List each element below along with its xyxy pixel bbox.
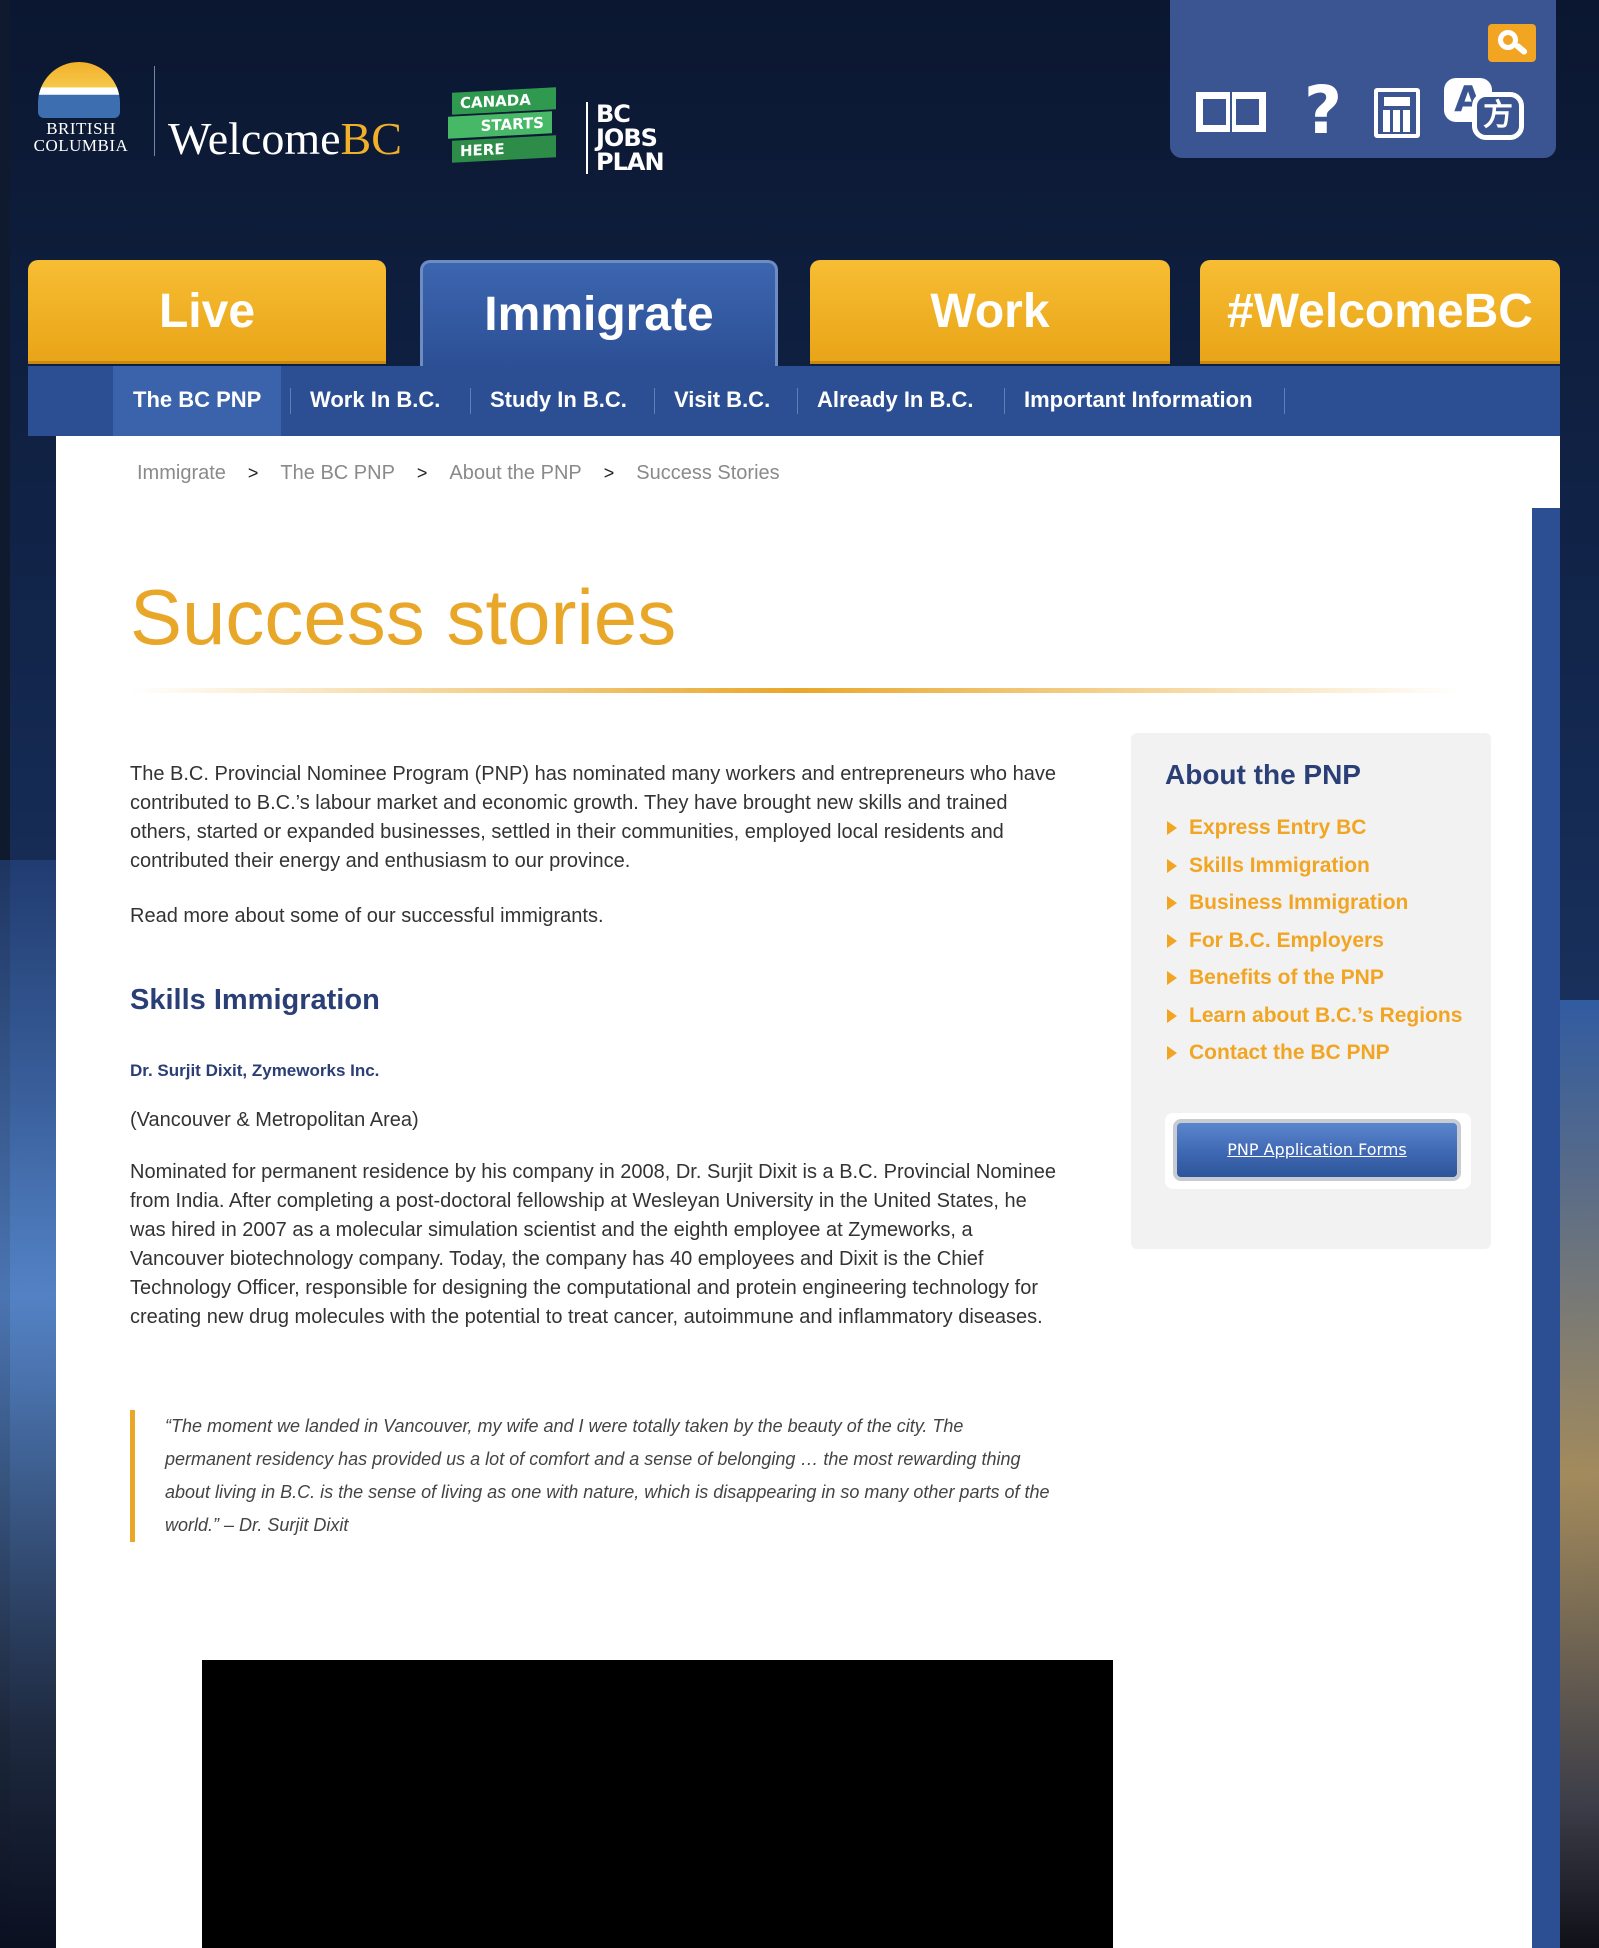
csh-line-3: HERE bbox=[452, 135, 556, 163]
section-heading: Skills Immigration bbox=[130, 984, 380, 1016]
sidebar-link-label: Skills Immigration bbox=[1189, 853, 1370, 877]
translate-bubble-b: 方 bbox=[1472, 92, 1524, 140]
sidebar-link-business-immigration[interactable]: Business Immigration bbox=[1165, 888, 1465, 918]
breadcrumb-current: Success Stories bbox=[636, 462, 780, 484]
subnav-item-visit-bc[interactable]: Visit B.C. bbox=[654, 366, 790, 436]
arrow-right-icon bbox=[1167, 896, 1177, 910]
pnp-application-forms-button[interactable]: PNP Application Forms bbox=[1173, 1119, 1461, 1181]
sidebar-link-learn-about-bc-regions[interactable]: Learn about B.C.’s Regions bbox=[1165, 1001, 1465, 1031]
calculator-screen bbox=[1384, 97, 1410, 106]
tab-welcomebc[interactable]: #WelcomeBC bbox=[1200, 260, 1560, 364]
book-page-right bbox=[1232, 92, 1266, 132]
logo-divider bbox=[154, 66, 155, 156]
arrow-right-icon bbox=[1167, 1046, 1177, 1060]
arrow-right-icon bbox=[1167, 933, 1177, 948]
bc-logo-text: BRITISH COLUMBIA bbox=[33, 119, 129, 155]
bc-sun-logo-icon bbox=[38, 62, 120, 118]
sub-navigation: The BC PNP Work In B.C. Study In B.C. Vi… bbox=[28, 366, 1560, 436]
book-icon[interactable] bbox=[1196, 82, 1270, 140]
subnav-item-already-in-bc[interactable]: Already In B.C. bbox=[797, 366, 993, 436]
subnav-item-study-in-bc[interactable]: Study In B.C. bbox=[470, 366, 647, 436]
sidebar-link-label: Learn about B.C.’s Regions bbox=[1189, 1003, 1463, 1027]
breadcrumb-separator: > bbox=[416, 463, 428, 483]
tab-immigrate[interactable]: Immigrate bbox=[420, 260, 778, 368]
sidebar-link-for-bc-employers[interactable]: For B.C. Employers bbox=[1165, 926, 1465, 956]
sidebar-title: About the PNP bbox=[1165, 759, 1361, 790]
breadcrumb-separator: > bbox=[247, 463, 259, 483]
bc-jobs-plan-logo[interactable]: BC JOBS PLAN bbox=[586, 102, 676, 174]
sidebar-link-label: Express Entry BC bbox=[1189, 816, 1367, 839]
tab-work[interactable]: Work bbox=[810, 260, 1170, 364]
help-icon[interactable]: ? bbox=[1296, 78, 1350, 144]
city-image-left bbox=[0, 860, 56, 1948]
tools-panel: ? A 方 bbox=[1170, 0, 1556, 158]
sidebar-link-label: For B.C. Employers bbox=[1189, 928, 1384, 952]
read-more-text: Read more about some of our successful i… bbox=[130, 905, 604, 927]
bio-paragraph: Nominated for permanent residence by his… bbox=[130, 1161, 1056, 1328]
intro-paragraph: The B.C. Provincial Nominee Program (PNP… bbox=[130, 763, 1056, 872]
sidebar-link-benefits-of-the-pnp[interactable]: Benefits of the PNP bbox=[1165, 963, 1465, 993]
search-icon-handle bbox=[1513, 42, 1529, 56]
calculator-icon[interactable] bbox=[1374, 88, 1420, 138]
breadcrumb-link-immigrate[interactable]: Immigrate bbox=[137, 462, 226, 485]
testimonial-quote: “The moment we landed in Vancouver, my w… bbox=[130, 1410, 1050, 1542]
sidebar-link-label: Benefits of the PNP bbox=[1189, 966, 1384, 989]
person-heading: Dr. Surjit Dixit, Zymeworks Inc. bbox=[130, 1061, 380, 1080]
arrow-right-icon bbox=[1167, 971, 1177, 985]
sidebar-link-skills-immigration[interactable]: Skills Immigration bbox=[1165, 851, 1465, 881]
subnav-divider bbox=[1284, 388, 1285, 414]
translate-icon[interactable]: A 方 bbox=[1444, 78, 1528, 144]
tab-live[interactable]: Live bbox=[28, 260, 386, 364]
book-page-left bbox=[1196, 92, 1230, 132]
panel-right-border bbox=[1532, 508, 1560, 1948]
arrow-right-icon bbox=[1167, 858, 1177, 873]
location-text: (Vancouver & Metropolitan Area) bbox=[130, 1109, 419, 1131]
arrow-right-icon bbox=[1167, 1008, 1177, 1023]
sidebar-link-contact-the-bc-pnp[interactable]: Contact the BC PNP bbox=[1165, 1038, 1465, 1068]
breadcrumb-link-about-the-pnp[interactable]: About the PNP bbox=[449, 462, 581, 485]
arrow-right-icon bbox=[1167, 821, 1177, 835]
pnp-forms-button-wrap: PNP Application Forms bbox=[1165, 1113, 1471, 1189]
sidebar-link-label: Contact the BC PNP bbox=[1189, 1041, 1390, 1064]
sidebar: About the PNP Express Entry BC Skills Im… bbox=[1131, 733, 1491, 1249]
calculator-keys bbox=[1383, 110, 1413, 132]
sidebar-links: Express Entry BC Skills Immigration Busi… bbox=[1165, 813, 1465, 1076]
city-image-right bbox=[1560, 1000, 1599, 1948]
subnav-item-the-bc-pnp[interactable]: The BC PNP bbox=[113, 366, 282, 436]
breadcrumb-separator: > bbox=[603, 463, 615, 483]
sidebar-link-label: Business Immigration bbox=[1189, 891, 1409, 914]
csh-line-1: CANADA bbox=[452, 87, 556, 115]
subnav-item-important-information[interactable]: Important Information bbox=[1004, 366, 1273, 436]
title-divider bbox=[130, 688, 1460, 693]
csh-line-2: STARTS bbox=[448, 111, 552, 139]
site-logo[interactable]: BRITISH COLUMBIA WelcomeBC bbox=[26, 62, 402, 172]
canada-starts-here-logo[interactable]: CANADA STARTS HERE bbox=[448, 87, 558, 166]
subnav-item-work-in-bc[interactable]: Work In B.C. bbox=[290, 366, 460, 436]
sidebar-link-express-entry-bc[interactable]: Express Entry BC bbox=[1165, 813, 1465, 843]
video-player[interactable] bbox=[202, 1660, 1113, 1948]
breadcrumb-link-the-bc-pnp[interactable]: The BC PNP bbox=[280, 462, 394, 485]
welcomebc-logo: WelcomeBC bbox=[168, 113, 402, 164]
page-title: Success stories bbox=[130, 573, 677, 661]
search-button[interactable] bbox=[1488, 24, 1536, 62]
breadcrumb: Immigrate > The BC PNP > About the PNP > Succe… bbox=[137, 462, 780, 485]
